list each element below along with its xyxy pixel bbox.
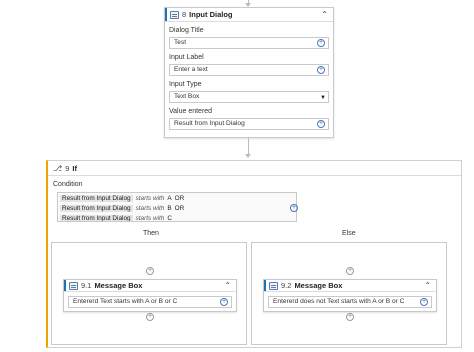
activity-title: Message Box [94,281,143,290]
condition-line: Result from Input Dialog starts with A O… [58,193,296,203]
operator-text: starts with [135,214,165,222]
activity-title: Message Box [294,281,343,290]
condition-expression[interactable]: Result from Input Dialog starts with A O… [57,192,297,222]
literal-value: C [167,214,172,222]
dialog-title-label: Dialog Title [169,27,204,34]
condition-line: Result from Input Dialog starts with B O… [58,203,296,213]
chevron-up-icon[interactable]: ⌃ [424,281,431,290]
operator-text: starts with [135,204,165,212]
activity-number: 9 [65,163,70,173]
card-accent-bar [264,280,266,291]
condition-label: Condition [53,181,83,188]
input-label-field[interactable]: Enter a text + [169,64,329,76]
plus-circle-icon[interactable]: + [317,66,325,74]
input-dialog-card[interactable]: 8 Input Dialog ⌃ Dialog Title Test + Inp… [164,7,334,138]
literal-value: B [167,204,172,212]
card-accent-bar [64,280,66,291]
variable-chip[interactable]: Result from Input Dialog [60,214,133,221]
operator-text: starts with [135,194,165,202]
then-label: Then [143,230,159,237]
message-box-header[interactable]: 9.2 Message Box ⌃ [264,280,436,292]
if-activity-card[interactable]: ⎇ 9 If Condition Result from Input Dialo… [46,160,462,348]
value-entered-label: Value entered [169,108,213,115]
conjunction-text: OR [174,194,185,202]
activity-number: 9.1 [81,281,92,290]
message-text: Entererd Text starts with A or B or C [73,298,178,305]
input-dialog-header[interactable]: 8 Input Dialog ⌃ [165,8,333,22]
input-label-label: Input Label [169,54,204,61]
activity-number: 8 [182,10,187,19]
card-accent-bar [165,8,167,21]
input-type-value: Text Box [174,93,200,100]
plus-circle-icon[interactable]: + [317,39,325,47]
plus-circle-icon[interactable]: + [346,267,354,275]
then-branch[interactable]: + 9.1 Message Box ⌃ Entererd Text starts… [51,242,247,345]
input-label-value: Enter a text [174,66,208,73]
activity-number: 9.2 [281,281,292,290]
chevron-up-icon[interactable]: ⌃ [321,10,328,19]
message-text: Entererd does not Text starts with A or … [273,298,405,305]
plus-circle-icon[interactable]: + [220,298,228,306]
flow-arrow-middle [245,154,251,158]
input-type-label: Input Type [169,81,202,88]
message-box-icon [269,281,278,290]
dialog-title-field[interactable]: Test + [169,37,329,49]
chevron-up-icon[interactable]: ⌃ [224,281,231,290]
caret-down-icon[interactable]: ▼ [320,93,326,103]
message-box-card[interactable]: 9.1 Message Box ⌃ Entererd Text starts w… [63,279,237,312]
plus-circle-icon[interactable]: + [420,298,428,306]
literal-value: A [167,194,172,202]
else-label: Else [342,230,356,237]
message-box-card[interactable]: 9.2 Message Box ⌃ Entererd does not Text… [263,279,437,312]
dialog-icon [170,10,179,19]
plus-circle-icon[interactable]: + [290,204,298,212]
plus-circle-icon[interactable]: + [346,313,354,321]
message-text-field[interactable]: Entererd does not Text starts with A or … [268,296,432,308]
variable-chip[interactable]: Result from Input Dialog [60,204,133,212]
activity-title: Input Dialog [189,10,233,19]
input-type-select[interactable]: Text Box ▼ [169,91,329,103]
plus-circle-icon[interactable]: + [317,120,325,128]
plus-circle-icon[interactable]: + [146,313,154,321]
dialog-title-value: Test [174,39,187,46]
if-header[interactable]: ⎇ 9 If [48,161,461,176]
value-entered-value: Result from Input Dialog [174,120,245,127]
message-box-icon [69,281,78,290]
value-entered-field[interactable]: Result from Input Dialog + [169,118,329,130]
condition-line: Result from Input Dialog starts with C [58,213,296,222]
message-text-field[interactable]: Entererd Text starts with A or B or C + [68,296,232,308]
variable-chip[interactable]: Result from Input Dialog [60,194,133,202]
activity-title: If [72,163,77,173]
flow-connector-middle [248,138,249,155]
else-branch[interactable]: + 9.2 Message Box ⌃ Entererd does not Te… [251,242,447,345]
plus-circle-icon[interactable]: + [146,267,154,275]
conjunction-text: OR [174,204,185,212]
branch-icon: ⎇ [53,163,63,173]
message-box-header[interactable]: 9.1 Message Box ⌃ [64,280,236,292]
